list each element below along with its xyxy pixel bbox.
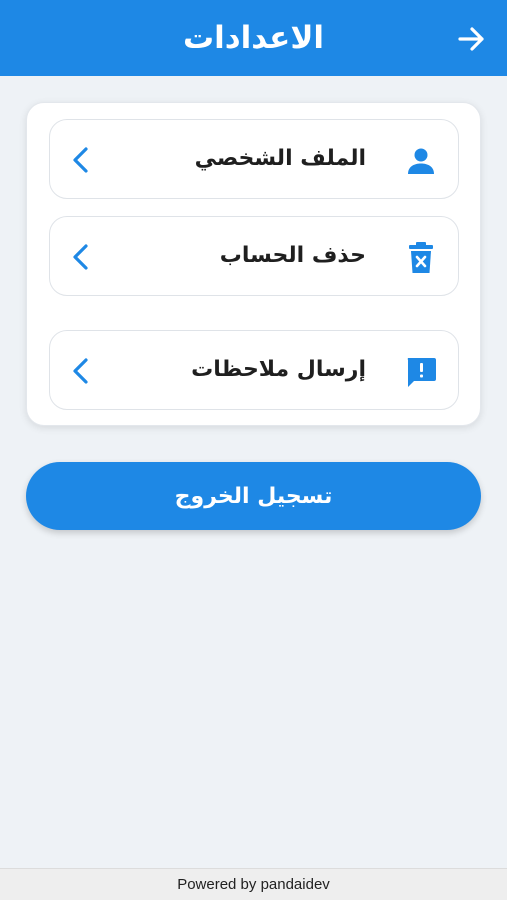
- settings-item-label: حذف الحساب: [219, 243, 366, 268]
- settings-item-delete-account[interactable]: حذف الحساب: [49, 216, 459, 296]
- feedback-icon: [404, 355, 438, 389]
- logout-button[interactable]: تسجيل الخروج: [26, 462, 481, 530]
- page-title: الاعدادات: [182, 20, 325, 56]
- person-icon: [404, 144, 438, 178]
- settings-item-label: الملف الشخصي: [194, 146, 366, 171]
- chevron-left-icon: [66, 144, 96, 176]
- app-bar: الاعدادات: [0, 0, 507, 76]
- delete-bin-icon: [404, 241, 438, 275]
- settings-item-send-feedback[interactable]: إرسال ملاحظات: [49, 330, 459, 410]
- back-button[interactable]: [455, 22, 489, 56]
- arrow-right-icon: [458, 27, 484, 51]
- chevron-left-icon: [66, 355, 96, 387]
- footer: Powered by pandaidev: [0, 868, 507, 900]
- chevron-left-icon: [66, 241, 96, 273]
- settings-item-label: إرسال ملاحظات: [191, 357, 366, 382]
- footer-text: Powered by pandaidev: [177, 876, 330, 893]
- settings-item-profile[interactable]: الملف الشخصي: [49, 119, 459, 199]
- settings-card: الملف الشخصي حذف الحساب إرسال ملاحظات: [26, 102, 481, 426]
